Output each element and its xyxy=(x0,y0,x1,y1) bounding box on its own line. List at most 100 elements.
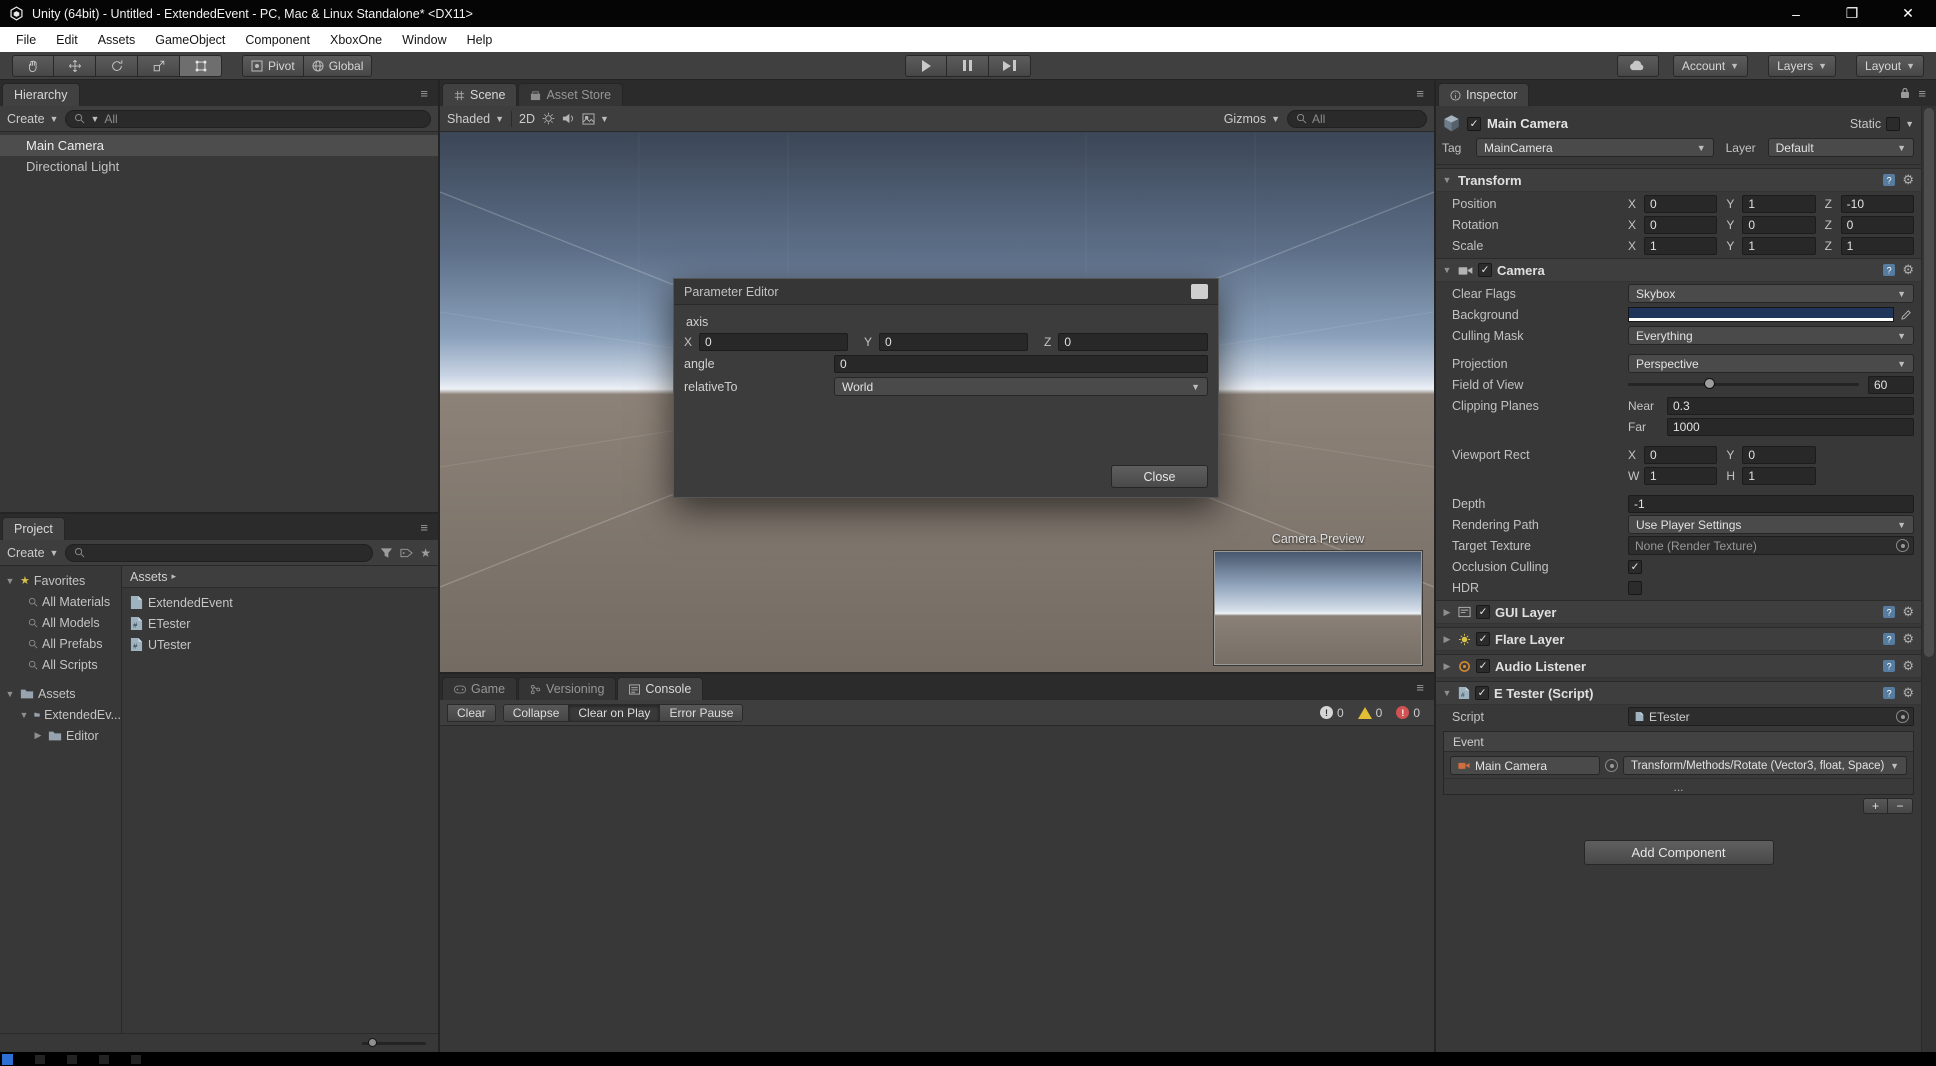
tree-all-prefabs[interactable]: All Prefabs xyxy=(0,633,121,654)
console-clear-on-play-toggle[interactable]: Clear on Play xyxy=(569,703,661,722)
taskbar-item-icon[interactable] xyxy=(35,1054,45,1064)
help-icon[interactable]: ? xyxy=(1883,174,1896,186)
add-component-button[interactable]: Add Component xyxy=(1583,840,1774,865)
clipping-near-field[interactable]: 0.3 xyxy=(1667,396,1914,415)
settings-gear-icon[interactable]: ⚙ xyxy=(1902,658,1914,674)
icon-size-slider[interactable] xyxy=(362,1037,426,1047)
tab-hierarchy[interactable]: Hierarchy xyxy=(2,83,80,106)
scrollbar-thumb[interactable] xyxy=(1924,108,1934,657)
minimize-button[interactable]: – xyxy=(1768,0,1824,27)
scene-audio-toggle[interactable] xyxy=(562,112,575,125)
tree-extendedevent-folder[interactable]: ▼ ExtendedEv... xyxy=(0,704,121,725)
object-picker-icon[interactable] xyxy=(1896,539,1909,552)
search-by-label-icon[interactable] xyxy=(400,547,414,559)
rotate-tool-button[interactable] xyxy=(96,54,138,77)
taskbar-item-icon[interactable] xyxy=(131,1054,141,1064)
panel-menu-icon[interactable]: ≡ xyxy=(420,86,428,101)
settings-gear-icon[interactable]: ⚙ xyxy=(1902,262,1914,278)
foldout-icon[interactable]: ▼ xyxy=(1441,688,1453,698)
gameobject-name[interactable]: Main Camera xyxy=(1487,116,1568,131)
help-icon[interactable]: ? xyxy=(1883,687,1896,699)
console-collapse-toggle[interactable]: Collapse xyxy=(502,703,570,722)
taskbar-item-icon[interactable] xyxy=(99,1054,109,1064)
background-color-field[interactable] xyxy=(1628,307,1894,322)
hdr-checkbox[interactable] xyxy=(1628,580,1642,595)
tab-game[interactable]: Game xyxy=(442,677,518,700)
event-target-dropdown[interactable]: Main Camera xyxy=(1450,756,1600,775)
shading-mode-dropdown[interactable]: Shaded ▼ xyxy=(447,112,504,126)
occlusion-culling-checkbox[interactable] xyxy=(1628,559,1642,574)
panel-menu-icon[interactable]: ≡ xyxy=(1918,86,1926,101)
foldout-icon[interactable]: ▼ xyxy=(4,576,16,586)
close-button[interactable]: ✕ xyxy=(1880,0,1936,27)
audio-listener-enabled-checkbox[interactable] xyxy=(1476,659,1490,673)
error-count-toggle[interactable]: ! 0 xyxy=(1389,706,1427,720)
position-x-field[interactable]: 0 xyxy=(1644,194,1718,213)
tree-assets-root[interactable]: ▼ Assets xyxy=(0,683,121,704)
axis-y-field[interactable]: 0 xyxy=(879,333,1028,351)
info-count-toggle[interactable]: ! 0 xyxy=(1313,706,1351,720)
move-tool-button[interactable] xyxy=(54,54,96,77)
account-dropdown[interactable]: Account ▼ xyxy=(1672,54,1749,77)
layer-dropdown[interactable]: Default ▼ xyxy=(1767,138,1914,157)
transform-component-header[interactable]: ▼ Transform ? ⚙ xyxy=(1436,168,1921,192)
hierarchy-item-directional-light[interactable]: Directional Light xyxy=(0,156,438,177)
favorite-search-icon[interactable]: ★ xyxy=(420,546,431,560)
gizmos-dropdown[interactable]: Gizmos ▼ xyxy=(1224,112,1280,126)
clear-flags-dropdown[interactable]: Skybox ▼ xyxy=(1628,284,1914,303)
step-button[interactable] xyxy=(989,54,1031,77)
dialog-close-button[interactable] xyxy=(1191,284,1208,299)
inspector-scrollbar[interactable] xyxy=(1921,106,1936,1052)
tree-all-materials[interactable]: All Materials xyxy=(0,591,121,612)
rect-tool-button[interactable] xyxy=(180,54,222,77)
layout-dropdown[interactable]: Layout ▼ xyxy=(1856,54,1924,77)
eyedropper-icon[interactable] xyxy=(1898,307,1914,323)
cloud-services-button[interactable] xyxy=(1616,54,1659,77)
global-toggle-button[interactable]: Global xyxy=(303,54,373,77)
foldout-icon[interactable]: ▶ xyxy=(32,730,44,741)
tab-scene[interactable]: Scene xyxy=(442,83,518,106)
script-object-field[interactable]: ETester xyxy=(1628,707,1914,726)
clipping-far-field[interactable]: 1000 xyxy=(1667,417,1914,436)
hierarchy-create-dropdown[interactable]: Create ▼ xyxy=(7,112,58,126)
viewport-w-field[interactable]: 1 xyxy=(1644,466,1718,485)
asset-utester[interactable]: # UTester xyxy=(122,634,438,655)
fov-slider[interactable] xyxy=(1628,378,1859,389)
settings-gear-icon[interactable]: ⚙ xyxy=(1902,631,1914,647)
tree-favorites[interactable]: ▼ ★ Favorites xyxy=(0,570,121,591)
relativeto-dropdown[interactable]: World ▼ xyxy=(834,377,1208,396)
flare-layer-enabled-checkbox[interactable] xyxy=(1476,632,1490,646)
rotation-z-field[interactable]: 0 xyxy=(1840,215,1914,234)
scene-viewport[interactable]: Camera Preview Parameter Editor axis X 0… xyxy=(440,132,1434,672)
object-picker-icon[interactable] xyxy=(1605,759,1618,772)
scene-lighting-toggle[interactable] xyxy=(542,112,555,125)
depth-field[interactable]: -1 xyxy=(1628,494,1914,513)
dialog-close-action-button[interactable]: Close xyxy=(1111,465,1208,488)
fov-slider-handle[interactable] xyxy=(1704,378,1716,389)
tab-console[interactable]: Console xyxy=(617,677,704,700)
viewport-x-field[interactable]: 0 xyxy=(1644,445,1718,464)
viewport-y-field[interactable]: 0 xyxy=(1742,445,1816,464)
add-event-button[interactable]: + xyxy=(1863,798,1888,814)
foldout-icon[interactable]: ▶ xyxy=(1441,661,1453,672)
tab-project[interactable]: Project xyxy=(2,517,65,540)
menu-xboxone[interactable]: XboxOne xyxy=(320,27,392,52)
culling-mask-dropdown[interactable]: Everything ▼ xyxy=(1628,326,1914,345)
projection-dropdown[interactable]: Perspective ▼ xyxy=(1628,354,1914,373)
search-by-type-icon[interactable] xyxy=(380,547,393,559)
play-button[interactable] xyxy=(905,54,947,77)
project-search-input[interactable] xyxy=(65,543,374,562)
position-y-field[interactable]: 1 xyxy=(1742,194,1816,213)
help-icon[interactable]: ? xyxy=(1883,264,1896,276)
scale-z-field[interactable]: 1 xyxy=(1840,236,1914,255)
help-icon[interactable]: ? xyxy=(1883,660,1896,672)
scale-tool-button[interactable] xyxy=(138,54,180,77)
maximize-button[interactable]: ❐ xyxy=(1824,0,1880,27)
lock-icon[interactable] xyxy=(1900,87,1910,99)
taskbar-app-icon[interactable] xyxy=(2,1053,13,1065)
rendering-path-dropdown[interactable]: Use Player Settings ▼ xyxy=(1628,515,1914,534)
tree-editor-folder[interactable]: ▶ Editor xyxy=(0,725,121,746)
gui-layer-component-header[interactable]: ▶ GUI Layer ? ⚙ xyxy=(1436,600,1921,624)
panel-menu-icon[interactable]: ≡ xyxy=(420,520,428,535)
event-list-more[interactable]: ... xyxy=(1444,778,1913,794)
